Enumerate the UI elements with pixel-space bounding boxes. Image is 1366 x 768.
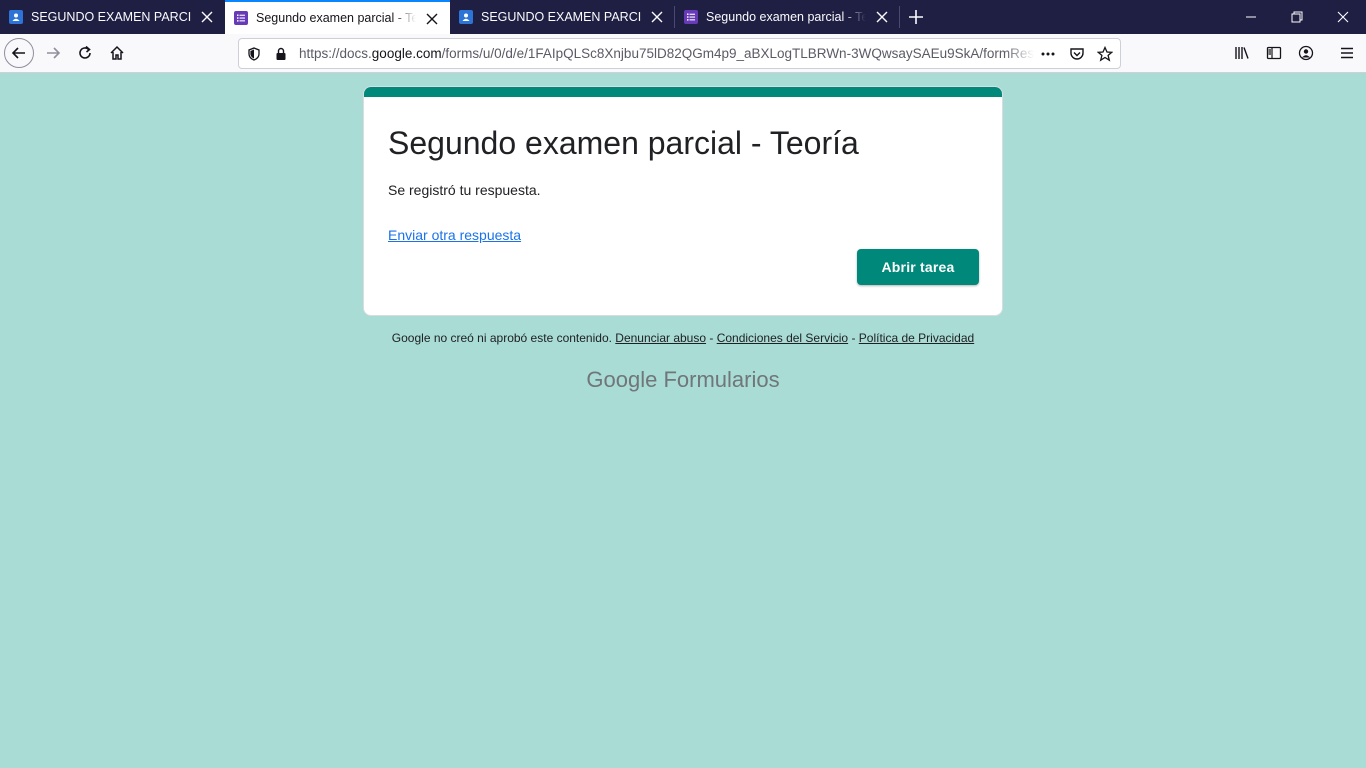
close-window-button[interactable] [1320,0,1366,34]
forward-arrow-icon [47,47,61,59]
navigation-bar: https://docs.google.com/forms/u/0/d/e/1F… [0,34,1366,73]
tab-separator [899,6,900,28]
brand-forms: Formularios [663,367,780,392]
disclaimer-text: Google no creó ni aprobó este contenido. [391,331,612,345]
new-tab-button[interactable] [904,5,928,29]
url-host: google.com [371,46,442,61]
close-icon[interactable] [649,9,665,25]
sidebar-icon [1266,46,1282,60]
url-prefix: https://docs. [299,46,372,61]
classroom-icon [9,10,23,24]
restore-button[interactable] [1274,0,1320,34]
report-abuse-link[interactable]: Denunciar abuso [615,331,706,345]
google-forms-logo[interactable]: Google Formularios [363,367,1003,393]
tab-title: SEGUNDO EXAMEN PARCIAL [31,10,191,24]
account-button[interactable] [1291,38,1321,68]
sidebar-button[interactable] [1259,38,1289,68]
back-button[interactable] [4,38,34,68]
brand-google: Google [586,367,658,392]
privacy-link[interactable]: Política de Privacidad [859,331,974,345]
pocket-icon[interactable] [1069,46,1085,62]
close-icon [1337,11,1349,23]
home-button[interactable] [102,38,132,68]
footer-separator: - [848,331,859,345]
classroom-icon [459,10,473,24]
lock-icon[interactable] [273,46,289,62]
tab-forms-active[interactable]: Segundo examen parcial - Teoría [225,0,450,34]
shield-icon[interactable] [246,46,262,62]
library-icon [1235,47,1249,59]
account-icon [1298,45,1314,61]
confirmation-message: Se registró tu respuesta. [388,182,541,198]
footer-disclaimer: Google no creó ni aprobó este contenido.… [363,331,1003,345]
open-assignment-button[interactable]: Abrir tarea [857,249,979,285]
address-bar[interactable]: https://docs.google.com/forms/u/0/d/e/1F… [238,38,1121,69]
forms-icon [234,11,248,25]
forward-button[interactable] [38,38,68,68]
page-actions-icon[interactable] [1040,46,1056,62]
tab-title: SEGUNDO EXAMEN PARCIAL [481,10,641,24]
reload-icon [79,45,91,59]
minimize-button[interactable] [1228,0,1274,34]
close-icon[interactable] [424,11,440,27]
home-icon [110,45,124,60]
submit-another-link[interactable]: Enviar otra respuesta [388,227,521,243]
menu-button[interactable] [1332,38,1362,68]
tab-strip: SEGUNDO EXAMEN PARCIAL Segundo examen pa… [0,0,1366,34]
restore-icon [1291,11,1303,23]
reload-button[interactable] [70,38,100,68]
footer-separator: - [706,331,717,345]
tab-title: Segundo examen parcial - Teoría [256,11,416,25]
url-path: /forms/u/0/d/e/1FAIpQLSc8Xnjbu75lD82QGm4… [441,46,1034,61]
card-accent-bar [364,87,1002,97]
library-button[interactable] [1227,38,1257,68]
bookmark-star-icon[interactable] [1097,46,1113,62]
close-icon[interactable] [199,9,215,25]
url-text[interactable]: https://docs.google.com/forms/u/0/d/e/1F… [299,46,1034,61]
tab-forms-2[interactable]: Segundo examen parcial - Teoría [675,0,900,34]
terms-link[interactable]: Condiciones del Servicio [717,331,848,345]
hamburger-menu-icon [1341,47,1353,59]
plus-icon [909,10,923,24]
tab-classroom-1[interactable]: SEGUNDO EXAMEN PARCIAL [0,0,225,34]
tab-classroom-2[interactable]: SEGUNDO EXAMEN PARCIAL [450,0,675,34]
forms-icon [684,10,698,24]
back-arrow-icon [11,47,25,59]
form-title: Segundo examen parcial - Teoría [388,125,859,161]
tab-title: Segundo examen parcial - Teoría [706,10,866,24]
minimize-icon [1246,16,1256,18]
close-icon[interactable] [874,9,890,25]
form-confirmation-card: Segundo examen parcial - Teoría Se regis… [363,86,1003,316]
